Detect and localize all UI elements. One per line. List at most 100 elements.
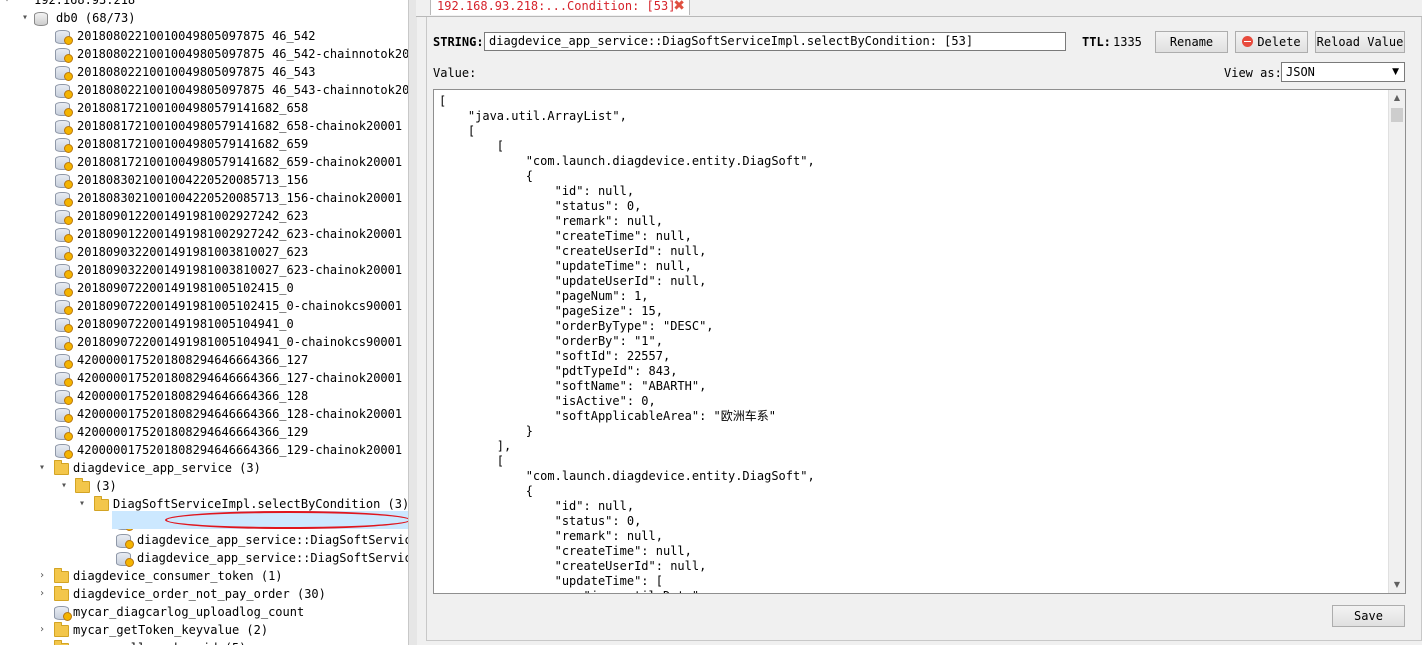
- json-line: "pdtTypeId": 843,: [439, 364, 678, 378]
- tree-item[interactable]: › diagdevice_order_not_pay_order (30): [0, 585, 408, 603]
- vertical-scrollbar[interactable]: ▲ ▼: [1388, 90, 1405, 593]
- expand-arrow-icon[interactable]: ▾: [77, 495, 87, 513]
- tab-bar: 192.168.93.218:...Condition: [53] ✖: [416, 0, 1422, 17]
- tree-key-item[interactable]: 2018090322001491981003810027_623: [0, 243, 408, 261]
- close-icon[interactable]: ✖: [673, 0, 685, 16]
- tree-item-label: diagdevice_consumer_token (1): [73, 569, 283, 583]
- tree-key-item[interactable]: 2018081721001004980579141682_658: [0, 99, 408, 117]
- json-line: "pageNum": 1,: [439, 289, 649, 303]
- tree-key-item[interactable]: 2018083021001004220520085713_156-chainok…: [0, 189, 408, 207]
- folder-icon: [94, 496, 109, 511]
- json-line: "id": null,: [439, 184, 635, 198]
- json-line: "softName": "ABARTH",: [439, 379, 707, 393]
- scroll-down-icon[interactable]: ▼: [1389, 577, 1405, 593]
- collapse-arrow-icon[interactable]: ›: [37, 621, 47, 639]
- tree-key-item[interactable]: 2018081721001004980579141682_659: [0, 135, 408, 153]
- expand-arrow-icon[interactable]: ▾: [37, 459, 47, 477]
- tree-key-item[interactable]: 2018090122001491981002927242_623: [0, 207, 408, 225]
- delete-button[interactable]: Delete: [1235, 31, 1308, 53]
- json-line: ],: [439, 439, 512, 453]
- tree-sub-key-item[interactable]: diagdevice_app_service::DiagSoftServiceI…: [0, 549, 408, 567]
- tree-item[interactable]: mycar_diagcarlog_uploadlog_count: [0, 603, 408, 621]
- tree-item[interactable]: › mycar_getToken_keyvalue (2): [0, 621, 408, 639]
- annotation-circle: [165, 511, 408, 529]
- folder-diagdevice-app-service[interactable]: ▾ diagdevice_app_service (3): [0, 459, 408, 477]
- scroll-up-icon[interactable]: ▲: [1389, 90, 1405, 106]
- tree-item[interactable]: › mycar_seller_shop_id (5): [0, 639, 408, 645]
- key-icon: [116, 552, 134, 567]
- tree-key-item[interactable]: 4200000175201808294646664366_129-chainok…: [0, 441, 408, 459]
- collapse-arrow-icon[interactable]: ›: [37, 639, 47, 645]
- save-button[interactable]: Save: [1332, 605, 1405, 627]
- json-line: "softId": 22557,: [439, 349, 671, 363]
- key-icon: [55, 408, 73, 423]
- tree-key-item[interactable]: 4200000175201808294646664366_128: [0, 387, 408, 405]
- database-icon: [34, 12, 48, 26]
- scroll-thumb[interactable]: [1391, 108, 1403, 122]
- tree-key-item[interactable]: 2018090322001491981003810027_623-chainok…: [0, 261, 408, 279]
- tree-key-item[interactable]: 20180802210010049805097875 46_542: [0, 27, 408, 45]
- tree-key-item[interactable]: 4200000175201808294646664366_127: [0, 351, 408, 369]
- tree-item-label: mycar_seller_shop_id (5): [73, 639, 246, 645]
- view-as-value: JSON: [1286, 65, 1315, 79]
- collapse-arrow-icon[interactable]: ›: [37, 585, 47, 603]
- tree-key-item[interactable]: 4200000175201808294646664366_128-chainok…: [0, 405, 408, 423]
- tree-key-item[interactable]: 2018090722001491981005104941_0-chainokcs…: [0, 333, 408, 351]
- folder-icon: [54, 460, 69, 475]
- delete-label: Delete: [1257, 35, 1301, 49]
- key-icon: [55, 354, 73, 369]
- tree-item-label: 2018090722001491981005102415_0: [77, 281, 294, 295]
- ttl-value: 1335: [1113, 35, 1142, 49]
- key-icon: [55, 138, 73, 153]
- view-as-select[interactable]: JSON ▼: [1281, 62, 1405, 82]
- json-line: {: [439, 484, 533, 498]
- splitter[interactable]: [408, 0, 417, 645]
- db-node[interactable]: ▾ db0 (68/73): [0, 9, 408, 27]
- json-line: "createUserId": null,: [439, 559, 707, 573]
- tree-item-label: diagdevice_order_not_pay_order (30): [73, 587, 326, 601]
- tab-key-value[interactable]: 192.168.93.218:...Condition: [53] ✖: [430, 0, 690, 15]
- tree-key-item[interactable]: 2018083021001004220520085713_156: [0, 171, 408, 189]
- collapse-arrow-icon[interactable]: ›: [37, 567, 47, 585]
- json-line: [: [439, 94, 447, 108]
- key-icon: [55, 372, 73, 387]
- tree-key-item[interactable]: 20180802210010049805097875 46_543: [0, 63, 408, 81]
- tree-item-label: 20180802210010049805097875 46_542-chainn…: [77, 47, 408, 61]
- server-node[interactable]: ▾ 192.168.93.218: [0, 0, 408, 9]
- expand-arrow-icon[interactable]: ▾: [2, 0, 12, 9]
- tree-item-label: 20180802210010049805097875 46_543: [77, 65, 316, 79]
- tree-item-label: 2018090122001491981002927242_623: [77, 209, 309, 223]
- key-tree-panel: ▾ 192.168.93.218 ▾ db0 (68/73) 2018080221001…: [0, 0, 408, 645]
- tree-item-label: 20180802210010049805097875 46_543-chainn…: [77, 83, 408, 97]
- json-line: "com.launch.diagdevice.entity.DiagSoft",: [439, 469, 815, 483]
- json-line: "java.util.Date",: [439, 589, 706, 593]
- expand-arrow-icon[interactable]: ▾: [59, 477, 69, 495]
- key-icon: [55, 300, 73, 315]
- value-editor[interactable]: [ "java.util.ArrayList", [ [ "com.launch…: [433, 89, 1406, 594]
- tree-key-item[interactable]: 2018081721001004980579141682_658-chainok…: [0, 117, 408, 135]
- tree-key-item[interactable]: 2018090722001491981005102415_0: [0, 279, 408, 297]
- tree-key-item[interactable]: 2018090122001491981002927242_623-chainok…: [0, 225, 408, 243]
- json-line: "updateTime": null,: [439, 259, 692, 273]
- json-line: "orderByType": "DESC",: [439, 319, 714, 333]
- tree-key-item[interactable]: 20180802210010049805097875 46_542-chainn…: [0, 45, 408, 63]
- json-line: [: [439, 139, 505, 153]
- key-name-input[interactable]: diagdevice_app_service::DiagSoftServiceI…: [484, 32, 1066, 51]
- key-icon: [116, 534, 134, 549]
- json-line: "remark": null,: [439, 529, 663, 543]
- tree-item-label: 2018083021001004220520085713_156-chainok…: [77, 191, 403, 205]
- tree-item[interactable]: › diagdevice_consumer_token (1): [0, 567, 408, 585]
- folder-empty-name[interactable]: ▾ (3): [0, 477, 408, 495]
- key-icon: [55, 102, 73, 117]
- rename-button[interactable]: Rename: [1155, 31, 1228, 53]
- tree-sub-key-item[interactable]: diagdevice_app_service::DiagSoftServiceI…: [0, 531, 408, 549]
- tree-key-item[interactable]: 2018090722001491981005102415_0-chainokcs…: [0, 297, 408, 315]
- key-icon: [55, 336, 73, 351]
- tree-key-item[interactable]: 4200000175201808294646664366_127-chainok…: [0, 369, 408, 387]
- reload-value-button[interactable]: Reload Value: [1315, 31, 1405, 53]
- expand-arrow-icon[interactable]: ▾: [20, 9, 30, 27]
- tree-key-item[interactable]: 4200000175201808294646664366_129: [0, 423, 408, 441]
- tree-key-item[interactable]: 20180802210010049805097875 46_543-chainn…: [0, 81, 408, 99]
- tree-key-item[interactable]: 2018081721001004980579141682_659-chainok…: [0, 153, 408, 171]
- tree-key-item[interactable]: 2018090722001491981005104941_0: [0, 315, 408, 333]
